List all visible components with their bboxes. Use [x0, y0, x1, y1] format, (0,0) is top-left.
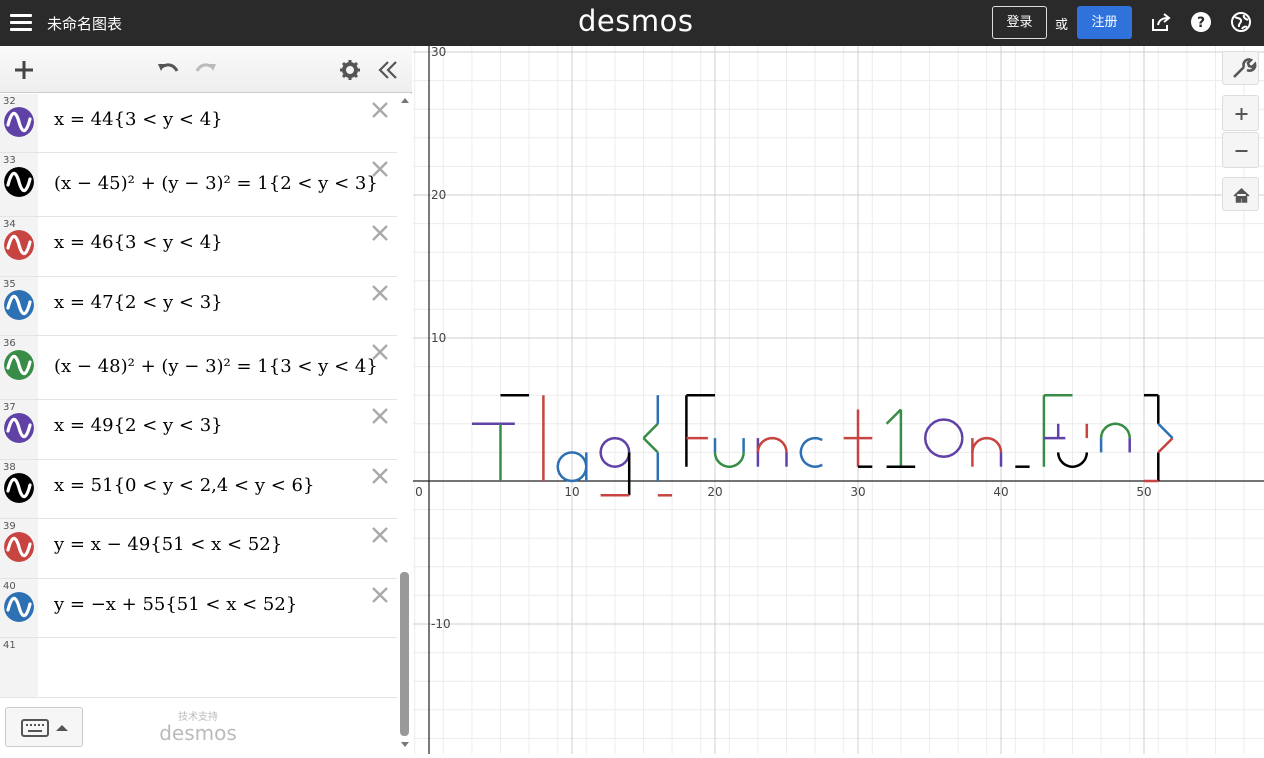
graph-color-icon[interactable] — [4, 592, 34, 622]
expression-latex[interactable]: (x − 48)² + (y − 3)² = 1{3 < y < 4} — [54, 356, 378, 377]
expression-row[interactable]: 34 x = 46{3 < y < 4} — [0, 217, 397, 277]
globe-icon[interactable] — [1230, 11, 1252, 33]
x-tick-label: 0 — [415, 485, 423, 499]
graph-color-icon[interactable] — [4, 107, 34, 137]
graph-color-icon[interactable] — [4, 350, 34, 380]
expression-latex[interactable]: x = 51{0 < y < 2,4 < y < 6} — [54, 475, 314, 496]
undo-icon[interactable] — [156, 58, 180, 82]
expression-number: 39 — [3, 521, 16, 532]
x-tick-label: 40 — [993, 485, 1008, 499]
plotted-curve — [756, 436, 788, 453]
expression-number: 32 — [3, 96, 16, 107]
expression-toolbar — [0, 46, 412, 93]
x-tick-label: 30 — [850, 485, 865, 499]
keyboard-icon — [21, 719, 68, 737]
expression-row[interactable]: 39 y = x − 49{51 < x < 52} — [0, 519, 397, 579]
graph-color-icon[interactable] — [4, 230, 34, 260]
expression-number: 38 — [3, 462, 16, 473]
svg-text:?: ? — [1197, 15, 1205, 31]
plotted-curve — [885, 408, 902, 425]
delete-expression-icon[interactable] — [370, 100, 390, 120]
expression-row[interactable]: 32 x = 44{3 < y < 4} — [0, 94, 397, 153]
delete-expression-icon[interactable] — [370, 342, 390, 362]
zoom-in-icon — [1235, 108, 1248, 120]
plotted-curve — [642, 437, 659, 454]
wrench-icon — [1233, 58, 1257, 78]
x-tick-label: 50 — [1136, 485, 1151, 499]
zoom-in-button[interactable] — [1222, 95, 1259, 131]
y-tick-label: -10 — [431, 617, 451, 631]
delete-expression-icon[interactable] — [370, 406, 390, 426]
collapse-icon[interactable] — [376, 58, 400, 82]
expression-list: 32 x = 44{3 < y < 4} 33 (x − 45)² + (y − 3)… — [0, 94, 397, 754]
expression-number: 41 — [3, 640, 16, 651]
expression-latex[interactable]: y = x − 49{51 < x < 52} — [54, 534, 282, 555]
expression-number: 36 — [3, 338, 16, 349]
y-tick-label: 20 — [431, 188, 446, 202]
plotted-curve — [642, 422, 659, 439]
help-icon[interactable]: ? — [1190, 11, 1212, 33]
powered-by-logo: desmos — [159, 721, 237, 745]
expression-latex[interactable]: x = 44{3 < y < 4} — [54, 109, 223, 130]
plotted-curve — [923, 418, 964, 458]
expression-latex[interactable]: y = −x + 55{51 < x < 52} — [54, 594, 297, 615]
graph-color-icon[interactable] — [4, 532, 34, 562]
expression-number: 40 — [3, 581, 16, 592]
top-bar: 未命名图表 desmos 登录 或 注册 ? — [0, 0, 1264, 46]
graph-color-icon[interactable] — [4, 290, 34, 320]
login-button[interactable]: 登录 — [992, 6, 1047, 39]
powered-by[interactable]: 技术支持 desmos — [158, 708, 238, 743]
expression-number: 34 — [3, 219, 16, 230]
expression-latex[interactable]: x = 46{3 < y < 4} — [54, 232, 223, 253]
graph-color-icon[interactable] — [4, 167, 34, 197]
expression-row[interactable]: 37 x = 49{2 < y < 3} — [0, 400, 397, 460]
plotted-curve — [1157, 422, 1174, 439]
share-icon[interactable] — [1150, 11, 1172, 33]
y-tick-label: 10 — [431, 331, 446, 345]
zoom-out-button[interactable] — [1222, 132, 1259, 168]
redo-icon[interactable] — [194, 58, 218, 82]
expression-number: 33 — [3, 155, 16, 166]
plotted-curve — [1099, 422, 1131, 439]
expression-number: 35 — [3, 279, 16, 290]
delete-expression-icon[interactable] — [370, 466, 390, 486]
expression-row[interactable]: 33 (x − 45)² + (y − 3)² = 1{2 < y < 3} — [0, 153, 397, 217]
graph-title[interactable]: 未命名图表 — [47, 13, 122, 34]
expression-latex[interactable]: x = 47{2 < y < 3} — [54, 292, 223, 313]
menu-icon[interactable] — [10, 11, 32, 33]
plotted-curve — [1157, 437, 1174, 454]
delete-expression-icon[interactable] — [370, 525, 390, 545]
expression-latex[interactable]: (x − 45)² + (y − 3)² = 1{2 < y < 3} — [54, 173, 378, 194]
y-tick-label: 30 — [431, 46, 446, 59]
delete-expression-icon[interactable] — [370, 283, 390, 303]
add-icon[interactable] — [12, 58, 36, 82]
delete-expression-icon[interactable] — [370, 223, 390, 243]
zoom-out-icon — [1235, 150, 1248, 152]
register-button[interactable]: 注册 — [1077, 6, 1132, 39]
graph-settings-button[interactable] — [1222, 51, 1259, 85]
default-viewport-button[interactable] — [1222, 177, 1259, 211]
or-text: 或 — [1055, 18, 1069, 33]
expression-row[interactable]: 40 y = −x + 55{51 < x < 52} — [0, 579, 397, 638]
expression-row[interactable]: 41 — [0, 638, 397, 698]
expression-number: 37 — [3, 402, 16, 413]
graph-canvas[interactable]: 0 10 20 30 40 50 30 20 10 -10 — [413, 46, 1264, 754]
x-tick-label: 20 — [707, 485, 722, 499]
expression-row[interactable]: 35 x = 47{2 < y < 3} — [0, 277, 397, 336]
expression-latex[interactable]: x = 49{2 < y < 3} — [54, 415, 223, 436]
delete-expression-icon[interactable] — [370, 159, 390, 179]
graph-color-icon[interactable] — [4, 473, 34, 503]
home-icon — [1233, 187, 1250, 203]
expression-row[interactable]: 36 (x − 48)² + (y − 3)² = 1{3 < y < 4} — [0, 336, 397, 400]
settings-icon[interactable] — [338, 58, 362, 82]
scrollbar[interactable] — [398, 94, 412, 754]
delete-expression-icon[interactable] — [370, 585, 390, 605]
keyboard-toggle-button[interactable] — [5, 707, 83, 747]
expression-panel: 32 x = 44{3 < y < 4} 33 (x − 45)² + (y − 3)… — [0, 46, 412, 754]
expression-row[interactable]: 38 x = 51{0 < y < 2,4 < y < 6} — [0, 460, 397, 519]
graph-color-icon[interactable] — [4, 413, 34, 443]
desmos-logo: desmos — [578, 4, 694, 38]
x-tick-label: 10 — [564, 485, 579, 499]
